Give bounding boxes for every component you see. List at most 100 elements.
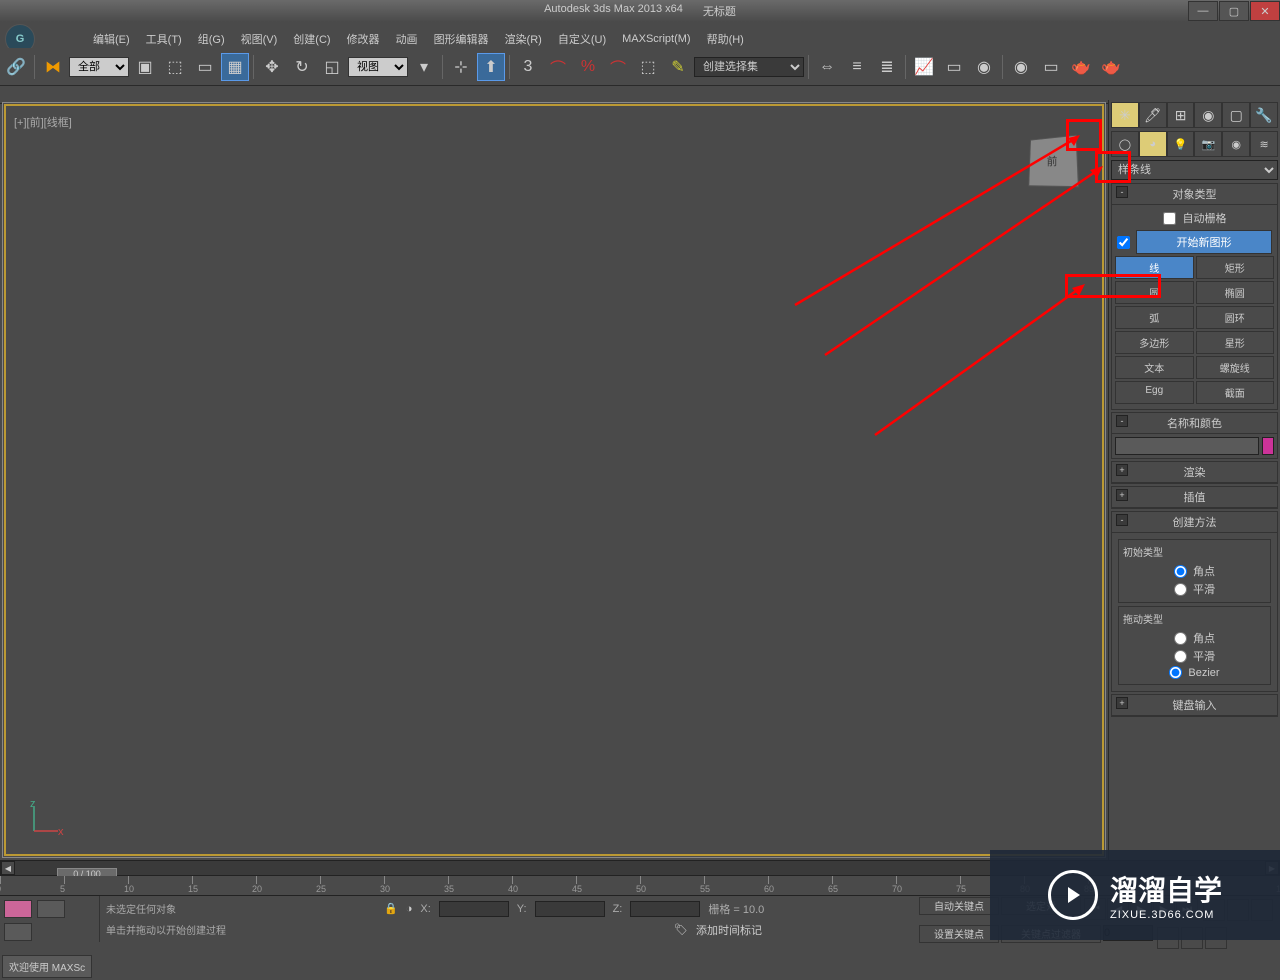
edit-selection-icon[interactable]: ⬚ bbox=[634, 53, 662, 81]
rectangle-button[interactable]: 矩形 bbox=[1196, 256, 1275, 279]
rollout-toggle-icon[interactable]: + bbox=[1116, 464, 1128, 476]
display-tab[interactable]: ▢ bbox=[1222, 102, 1250, 128]
manipulate-icon[interactable]: ⊹ bbox=[447, 53, 475, 81]
material-editor-icon[interactable]: ◉ bbox=[970, 53, 998, 81]
shapes-subtab[interactable]: ◕ bbox=[1139, 131, 1167, 157]
text-button[interactable]: 文本 bbox=[1115, 356, 1194, 379]
timeline-left-arrow-icon[interactable]: ◀ bbox=[1, 861, 15, 875]
rollout-toggle-icon[interactable]: - bbox=[1116, 415, 1128, 427]
utilities-tab[interactable]: 🔧 bbox=[1250, 102, 1278, 128]
menu-tools[interactable]: 工具(T) bbox=[138, 29, 190, 49]
render-iterate-icon[interactable]: 🫖 bbox=[1097, 53, 1125, 81]
layer-icon[interactable]: ≣ bbox=[873, 53, 901, 81]
y-coord-input[interactable] bbox=[535, 901, 605, 917]
menu-custom[interactable]: 自定义(U) bbox=[550, 29, 614, 49]
ellipse-button[interactable]: 椭圆 bbox=[1196, 281, 1275, 304]
category-dropdown[interactable]: 样条线 bbox=[1111, 160, 1278, 180]
ngon-button[interactable]: 多边形 bbox=[1115, 331, 1194, 354]
object-color-swatch[interactable] bbox=[1262, 437, 1274, 455]
helpers-subtab[interactable]: ◉ bbox=[1222, 131, 1250, 157]
scale-icon[interactable]: ◱ bbox=[318, 53, 346, 81]
create-tab[interactable]: ✳ bbox=[1111, 102, 1139, 128]
rollout-toggle-icon[interactable]: - bbox=[1116, 186, 1128, 198]
spacewarps-subtab[interactable]: ≋ bbox=[1250, 131, 1278, 157]
lock-icon[interactable]: 🔒 bbox=[384, 902, 398, 915]
render-production-icon[interactable]: 🫖 bbox=[1067, 53, 1095, 81]
add-time-tag[interactable]: 添加时间标记 bbox=[696, 922, 762, 938]
interpolation-rollout[interactable]: +插值 bbox=[1111, 486, 1278, 509]
auto-grid-checkbox[interactable] bbox=[1163, 212, 1176, 225]
snap-toggle-icon[interactable]: 3 bbox=[514, 53, 542, 81]
named-selection-dropdown[interactable]: 创建选择集 bbox=[694, 57, 804, 77]
z-coord-input[interactable] bbox=[630, 901, 700, 917]
arc-button[interactable]: 弧 bbox=[1115, 306, 1194, 329]
keyboard-entry-rollout[interactable]: +键盘输入 bbox=[1111, 694, 1278, 717]
select-object-icon[interactable]: ▣ bbox=[131, 53, 159, 81]
object-name-input[interactable] bbox=[1115, 437, 1259, 455]
auto-key-button[interactable]: 自动关键点 bbox=[919, 897, 999, 915]
modify-tab[interactable]: 🖊 bbox=[1139, 102, 1167, 128]
angle-snap-icon[interactable]: ⌒ bbox=[544, 53, 572, 81]
render-frame-icon[interactable]: ▭ bbox=[1037, 53, 1065, 81]
rollout-toggle-icon[interactable]: + bbox=[1116, 489, 1128, 501]
motion-tab[interactable]: ◉ bbox=[1194, 102, 1222, 128]
x-coord-input[interactable] bbox=[439, 901, 509, 917]
circle-button[interactable]: 圆 bbox=[1115, 281, 1194, 304]
section-button[interactable]: 截面 bbox=[1196, 381, 1275, 404]
ref-coord-dropdown[interactable]: 视图 bbox=[348, 57, 408, 77]
render-rollout[interactable]: +渲染 bbox=[1111, 461, 1278, 484]
cameras-subtab[interactable]: 📷 bbox=[1194, 131, 1222, 157]
geometry-subtab[interactable]: ◯ bbox=[1111, 131, 1139, 157]
line-button[interactable]: 线 bbox=[1115, 256, 1194, 279]
start-new-checkbox[interactable] bbox=[1117, 236, 1130, 249]
menu-modifiers[interactable]: 修改器 bbox=[339, 29, 388, 49]
viewport[interactable]: [+][前][线框] 前 z x bbox=[2, 102, 1106, 858]
schematic-icon[interactable]: ▭ bbox=[940, 53, 968, 81]
hierarchy-tab[interactable]: ⊞ bbox=[1167, 102, 1195, 128]
donut-button[interactable]: 圆环 bbox=[1196, 306, 1275, 329]
rollout-toggle-icon[interactable]: + bbox=[1116, 697, 1128, 709]
viewcube[interactable]: 前 bbox=[1028, 135, 1079, 188]
menu-group[interactable]: 组(G) bbox=[190, 29, 233, 49]
select-name-icon[interactable]: ⬚ bbox=[161, 53, 189, 81]
mirror-icon[interactable]: ⇔ bbox=[813, 53, 841, 81]
rotate-icon[interactable]: ↻ bbox=[288, 53, 316, 81]
curve-editor-icon[interactable]: 📈 bbox=[910, 53, 938, 81]
link-icon[interactable]: 🔗 bbox=[2, 53, 30, 81]
tag-icon[interactable]: 🏷 bbox=[674, 923, 688, 936]
status-mode-button[interactable] bbox=[4, 900, 32, 918]
welcome-tab[interactable]: 欢迎使用 MAXSc bbox=[2, 955, 92, 978]
keyboard-shortcut-icon[interactable]: ⬆ bbox=[477, 53, 505, 81]
close-button[interactable]: ✕ bbox=[1250, 1, 1280, 21]
drag-bezier-radio[interactable] bbox=[1169, 666, 1182, 679]
edit-named-icon[interactable]: ✎ bbox=[664, 53, 692, 81]
viewport-label[interactable]: [+][前][线框] bbox=[14, 114, 72, 130]
helix-button[interactable]: 螺旋线 bbox=[1196, 356, 1275, 379]
menu-maxscript[interactable]: MAXScript(M) bbox=[614, 31, 698, 47]
menu-render[interactable]: 渲染(R) bbox=[497, 29, 550, 49]
egg-button[interactable]: Egg bbox=[1115, 381, 1194, 404]
start-new-shape-button[interactable]: 开始新图形 bbox=[1136, 230, 1272, 254]
rollout-toggle-icon[interactable]: - bbox=[1116, 514, 1128, 526]
menu-animation[interactable]: 动画 bbox=[388, 29, 426, 49]
menu-create[interactable]: 创建(C) bbox=[285, 29, 338, 49]
initial-corner-radio[interactable] bbox=[1174, 565, 1187, 578]
menu-graph[interactable]: 图形编辑器 bbox=[426, 29, 497, 49]
minimize-button[interactable]: — bbox=[1188, 1, 1218, 21]
percent-snap-icon[interactable]: % bbox=[574, 53, 602, 81]
maximize-button[interactable]: ▢ bbox=[1219, 1, 1249, 21]
menu-view[interactable]: 视图(V) bbox=[233, 29, 286, 49]
select-window-icon[interactable]: ▦ bbox=[221, 53, 249, 81]
drag-smooth-radio[interactable] bbox=[1174, 650, 1187, 663]
initial-smooth-radio[interactable] bbox=[1174, 583, 1187, 596]
select-rect-icon[interactable]: ▭ bbox=[191, 53, 219, 81]
selection-filter-dropdown[interactable]: 全部 bbox=[69, 57, 129, 77]
move-icon[interactable]: ✥ bbox=[258, 53, 286, 81]
menu-help[interactable]: 帮助(H) bbox=[699, 29, 752, 49]
drag-corner-radio[interactable] bbox=[1174, 632, 1187, 645]
spinner-snap-icon[interactable]: ⌒ bbox=[604, 53, 632, 81]
lights-subtab[interactable]: 💡 bbox=[1167, 131, 1195, 157]
menu-edit[interactable]: 编辑(E) bbox=[85, 29, 138, 49]
star-button[interactable]: 星形 bbox=[1196, 331, 1275, 354]
render-setup-icon[interactable]: ◉ bbox=[1007, 53, 1035, 81]
